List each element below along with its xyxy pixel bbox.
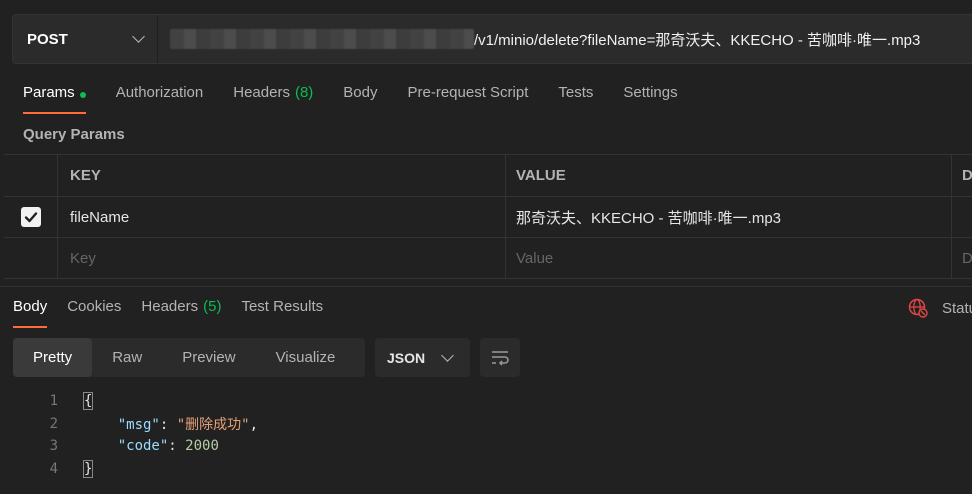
code-line: 1 {	[0, 390, 972, 413]
tab-body[interactable]: Body	[343, 84, 377, 114]
tab-params[interactable]: Params	[23, 84, 86, 114]
request-tabs: Params Authorization Headers (8) Body Pre…	[23, 84, 708, 116]
column-value-header: VALUE	[516, 167, 566, 184]
line-number: 4	[49, 460, 58, 477]
new-value-input[interactable]: Value	[506, 238, 952, 278]
response-tabs: Body Cookies Headers (5) Test Results	[13, 298, 343, 330]
chevron-down-icon	[132, 30, 145, 43]
tab-authorization[interactable]: Authorization	[116, 84, 204, 114]
json-key-code: "code"	[117, 438, 169, 455]
active-dot-icon	[79, 92, 86, 98]
column-description-header: D	[962, 167, 972, 184]
param-enabled-checkbox[interactable]	[20, 207, 41, 227]
method-label: POST	[27, 30, 68, 48]
query-params-title: Query Params	[23, 126, 125, 143]
code-line: 2 "msg": "删除成功",	[0, 413, 972, 436]
open-brace: {	[82, 392, 94, 411]
json-value-msg: "删除成功"	[176, 416, 250, 433]
response-body-editor[interactable]: 1 { 2 "msg": "删除成功", 3 "code": 2000 4 }	[0, 390, 972, 480]
new-key-input[interactable]: Key	[58, 238, 506, 278]
view-preview-button[interactable]: Preview	[162, 338, 255, 377]
new-description-input[interactable]: D	[952, 238, 972, 278]
line-number: 1	[49, 393, 58, 410]
json-key-msg: "msg"	[117, 416, 160, 433]
url-host-redacted	[170, 29, 474, 49]
response-tab-body[interactable]: Body	[13, 298, 48, 328]
tab-settings[interactable]: Settings	[623, 84, 677, 114]
code-line: 3 "code": 2000	[0, 435, 972, 458]
globe-error-icon[interactable]	[908, 298, 928, 318]
view-pretty-button[interactable]: Pretty	[13, 338, 93, 377]
view-visualize-button[interactable]: Visualize	[256, 338, 356, 377]
checkmark-icon	[24, 212, 37, 223]
param-value-cell[interactable]: 那奇沃夫、KKECHO - 苦咖啡·唯一.mp3	[506, 197, 952, 237]
response-divider[interactable]	[0, 286, 972, 287]
table-row: fileName 那奇沃夫、KKECHO - 苦咖啡·唯一.mp3	[4, 197, 972, 238]
view-mode-group: Pretty Raw Preview Visualize	[13, 338, 365, 377]
line-number: 2	[49, 415, 58, 432]
param-description-cell[interactable]	[952, 197, 972, 237]
line-number: 3	[49, 438, 58, 455]
close-brace: }	[82, 459, 94, 478]
tab-tests[interactable]: Tests	[558, 84, 593, 114]
format-label: JSON	[387, 349, 426, 366]
format-select[interactable]: JSON	[375, 338, 470, 377]
wrap-lines-icon	[492, 350, 509, 366]
headers-count: (8)	[294, 84, 314, 101]
json-value-code: 2000	[185, 438, 219, 455]
table-header-row: KEY VALUE D	[4, 155, 972, 197]
response-tab-headers[interactable]: Headers (5)	[141, 298, 221, 328]
status-label: Statu	[942, 299, 972, 317]
column-key-header: KEY	[70, 167, 101, 184]
code-line: 4 }	[0, 458, 972, 481]
query-params-table: KEY VALUE D fileName 那奇沃夫、KKECHO - 苦咖啡·唯…	[4, 154, 972, 279]
wrap-lines-button[interactable]	[480, 338, 520, 377]
response-tab-cookies[interactable]: Cookies	[67, 298, 121, 328]
request-url-bar: POST /v1/minio/delete?fileName=那奇沃夫、KKEC…	[12, 14, 972, 64]
chevron-down-icon	[441, 348, 454, 362]
url-input[interactable]: /v1/minio/delete?fileName=那奇沃夫、KKECHO - …	[474, 29, 920, 50]
table-row-empty: Key Value D	[4, 238, 972, 279]
response-status: Statu	[908, 298, 972, 318]
method-select[interactable]: POST	[13, 15, 158, 63]
param-key-cell[interactable]: fileName	[58, 197, 506, 237]
tab-headers[interactable]: Headers (8)	[233, 84, 313, 114]
tab-pre-request-script[interactable]: Pre-request Script	[408, 84, 529, 114]
response-headers-count: (5)	[203, 298, 222, 315]
response-tab-test-results[interactable]: Test Results	[241, 298, 323, 328]
view-raw-button[interactable]: Raw	[92, 338, 162, 377]
